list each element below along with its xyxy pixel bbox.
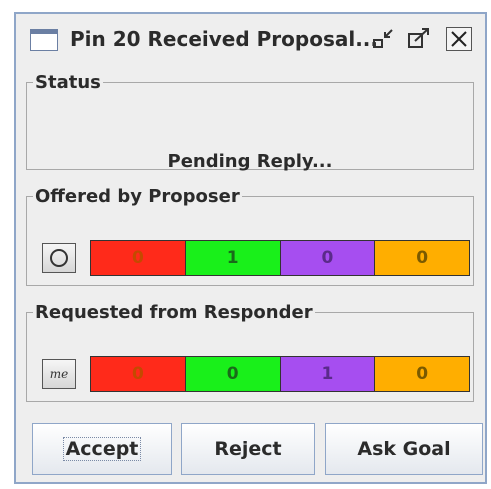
offered-legend: Offered by Proposer	[35, 186, 240, 207]
offered-resource-bar: 0 1 0 0	[90, 240, 470, 276]
minimize-icon[interactable]	[371, 27, 397, 51]
offered-cell-red: 0	[91, 241, 186, 275]
circle-icon	[50, 249, 68, 267]
accept-label: Accept	[62, 437, 142, 461]
proposal-window: Pin 20 Received Proposal... Status Pendi…	[14, 12, 487, 484]
status-text: Pending Reply...	[167, 151, 333, 172]
window-title: Pin 20 Received Proposal...	[70, 27, 378, 51]
offered-cell-purple: 0	[280, 241, 376, 275]
requested-cell-purple: 1	[280, 357, 376, 391]
offered-cell-green: 1	[185, 241, 281, 275]
requested-legend: Requested from Responder	[35, 302, 313, 323]
title-bar[interactable]: Pin 20 Received Proposal...	[16, 14, 485, 62]
requested-cell-red: 0	[91, 357, 186, 391]
status-group: Status Pending Reply...	[26, 72, 474, 172]
reject-button[interactable]: Reject	[181, 423, 315, 475]
requested-resource-bar: 0 0 1 0	[90, 356, 470, 392]
me-label: me	[49, 367, 69, 381]
status-legend: Status	[35, 72, 101, 93]
requested-cell-orange: 0	[375, 357, 469, 391]
accept-button[interactable]: Accept	[32, 423, 172, 475]
close-icon[interactable]	[446, 27, 472, 51]
offered-cell-orange: 0	[375, 241, 469, 275]
responder-avatar[interactable]: me	[42, 359, 76, 389]
proposer-avatar[interactable]	[42, 243, 76, 273]
window-icon	[30, 29, 58, 51]
requested-cell-green: 0	[185, 357, 281, 391]
maximize-icon[interactable]	[406, 27, 432, 51]
ask-goal-button[interactable]: Ask Goal	[325, 423, 483, 475]
